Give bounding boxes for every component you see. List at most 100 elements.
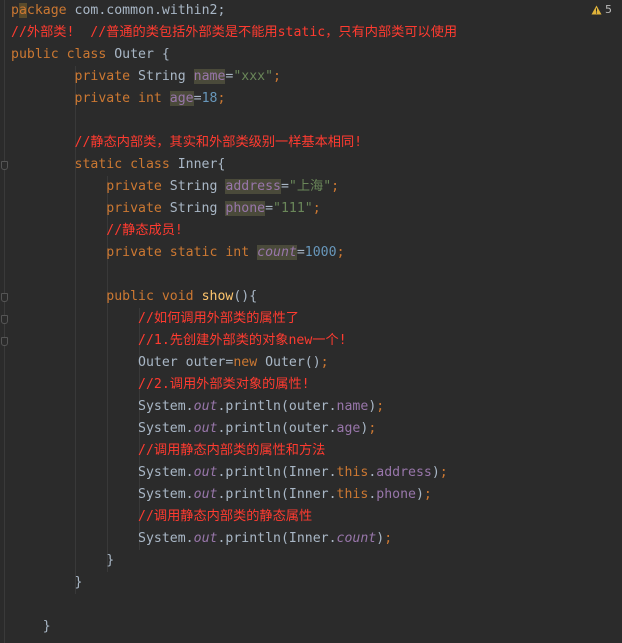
code-token: out bbox=[193, 465, 218, 480]
code-token: Inner{ bbox=[177, 157, 226, 172]
code-token: String bbox=[169, 201, 226, 216]
code-token: "xxx" bbox=[233, 69, 274, 84]
code-token: this bbox=[336, 465, 369, 480]
code-line[interactable]: //静态内部类，其实和外部类级别一样基本相同! bbox=[11, 132, 363, 154]
code-token: count bbox=[257, 245, 297, 260]
code-token: = bbox=[280, 179, 289, 194]
code-token: ; bbox=[384, 531, 393, 546]
code-line[interactable]: private String phone="111"; bbox=[11, 198, 321, 220]
code-token: } bbox=[11, 575, 83, 590]
code-line[interactable]: private String address="上海"; bbox=[11, 176, 339, 198]
code-line[interactable]: //静态成员! bbox=[11, 220, 183, 242]
code-line[interactable]: System.out.println(Inner.count); bbox=[11, 528, 392, 550]
code-token: .println(outer. bbox=[217, 421, 337, 436]
code-token: } bbox=[11, 619, 51, 634]
code-token: a bbox=[18, 3, 27, 18]
code-token: String bbox=[169, 179, 226, 194]
code-line[interactable]: public void show(){ bbox=[11, 286, 257, 308]
code-token: .println(Inner. bbox=[217, 487, 337, 502]
code-line[interactable]: System.out.println(outer.age); bbox=[11, 418, 376, 440]
code-token: out bbox=[193, 399, 218, 414]
code-token: out bbox=[193, 487, 218, 502]
code-token: ; bbox=[217, 91, 226, 106]
code-line[interactable]: System.out.println(Inner.this.address); bbox=[11, 462, 448, 484]
fold-marker-icon[interactable] bbox=[1, 161, 8, 170]
code-line[interactable]: public class Outer { bbox=[11, 44, 170, 66]
code-line[interactable]: } bbox=[11, 572, 83, 594]
code-token: ; bbox=[312, 201, 321, 216]
code-line[interactable]: } bbox=[11, 616, 51, 638]
code-token: phone bbox=[376, 487, 416, 502]
code-token: static class bbox=[11, 157, 178, 172]
code-token: ) bbox=[376, 531, 385, 546]
code-token: = bbox=[296, 245, 305, 260]
code-token: ; bbox=[439, 465, 448, 480]
code-token: 18 bbox=[201, 91, 218, 106]
code-token: Outer { bbox=[114, 47, 170, 62]
code-line[interactable]: System.out.println(outer.name); bbox=[11, 396, 384, 418]
code-token: //1.先创建外部类的对象new一个! bbox=[11, 333, 347, 348]
code-editor[interactable]: package com.common.within2; //外部类! //普通的类… bbox=[0, 0, 622, 643]
code-token: com.common.within2; bbox=[74, 3, 226, 18]
code-token: System. bbox=[11, 531, 194, 546]
code-token: ; bbox=[320, 355, 329, 370]
code-token: count bbox=[336, 531, 377, 546]
warning-icon bbox=[591, 5, 602, 15]
code-line[interactable]: //如何调用外部类的属性了 bbox=[11, 308, 299, 330]
code-line[interactable]: System.out.println(Inner.this.phone); bbox=[11, 484, 432, 506]
code-token: System. bbox=[11, 465, 194, 480]
code-token: ) bbox=[431, 465, 440, 480]
code-token: "上海" bbox=[288, 179, 332, 194]
code-line[interactable]: //外部类! //普通的类包括外部类是不能用static，只有内部类可以使用 bbox=[11, 22, 457, 44]
code-line[interactable]: } bbox=[11, 550, 114, 572]
code-token: //如何调用外部类的属性了 bbox=[11, 311, 299, 326]
code-token: out bbox=[193, 531, 218, 546]
code-token: this bbox=[336, 487, 369, 502]
code-token: ; bbox=[423, 487, 432, 502]
code-token: = bbox=[193, 91, 202, 106]
code-token: .println(Inner. bbox=[217, 531, 337, 546]
code-line[interactable]: private String name="xxx"; bbox=[11, 66, 281, 88]
code-token: (){ bbox=[233, 289, 258, 304]
code-token: private int bbox=[11, 91, 170, 106]
code-token: } bbox=[11, 553, 115, 568]
code-token: //2.调用外部类对象的属性! bbox=[11, 377, 310, 392]
code-line[interactable]: //1.先创建外部类的对象new一个! bbox=[11, 330, 347, 352]
code-token: ; bbox=[336, 245, 345, 260]
code-line[interactable]: static class Inner{ bbox=[11, 154, 226, 176]
code-token: Outer() bbox=[265, 355, 321, 370]
code-token: String bbox=[138, 69, 194, 84]
code-token: //调用静态内部类的属性和方法 bbox=[11, 443, 326, 458]
fold-marker-icon[interactable] bbox=[1, 293, 8, 302]
code-token: private static int bbox=[11, 245, 258, 260]
code-line[interactable]: Outer outer=new Outer(); bbox=[11, 352, 329, 374]
code-token: age bbox=[169, 91, 194, 106]
code-line[interactable]: private int age=18; bbox=[11, 88, 225, 110]
code-line[interactable]: //调用静态内部类的属性和方法 bbox=[11, 440, 325, 462]
code-token: ; bbox=[331, 179, 340, 194]
code-line[interactable]: private static int count=1000; bbox=[11, 242, 345, 264]
code-token: 1000 bbox=[304, 245, 337, 260]
code-token: System. bbox=[11, 399, 194, 414]
code-token: //静态内部类，其实和外部类级别一样基本相同! bbox=[11, 135, 363, 150]
fold-marker-icon[interactable] bbox=[1, 337, 8, 346]
code-token: p bbox=[11, 3, 19, 18]
code-line[interactable]: package com.common.within2; bbox=[11, 0, 225, 22]
code-token: ; bbox=[376, 399, 385, 414]
fold-marker-icon[interactable] bbox=[1, 315, 8, 324]
code-line[interactable]: //调用静态内部类的静态属性 bbox=[11, 506, 312, 528]
code-token: //静态成员! bbox=[11, 223, 183, 238]
code-token: //外部类! //普通的类包括外部类是不能用static，只有内部类可以使用 bbox=[11, 25, 458, 40]
code-token: address bbox=[225, 179, 281, 194]
inspection-widget[interactable]: 5 bbox=[591, 3, 612, 16]
code-token: name bbox=[336, 399, 369, 414]
code-token: phone bbox=[225, 201, 266, 216]
code-token: show bbox=[201, 289, 234, 304]
code-line[interactable]: //2.调用外部类对象的属性! bbox=[11, 374, 310, 396]
code-token: public class bbox=[11, 47, 115, 62]
code-token: ; bbox=[368, 421, 377, 436]
code-token: age bbox=[336, 421, 361, 436]
code-token: "111" bbox=[273, 201, 313, 216]
code-token: .println(outer. bbox=[217, 399, 337, 414]
code-token: = bbox=[265, 201, 274, 216]
